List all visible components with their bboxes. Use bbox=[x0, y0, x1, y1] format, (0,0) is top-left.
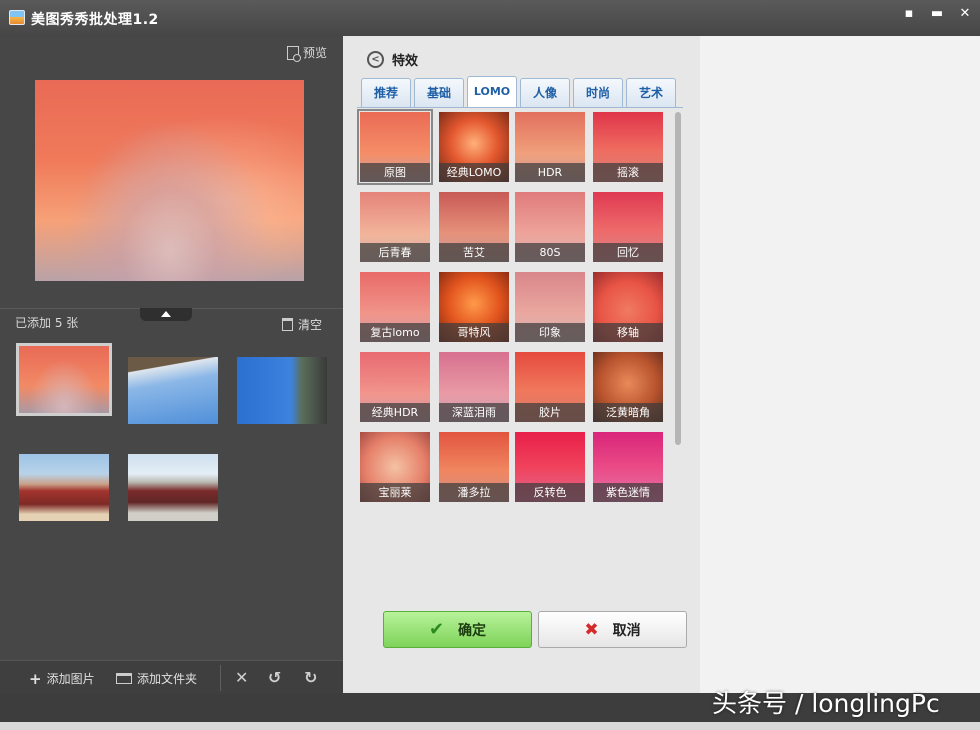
left-panel: 预览 已添加 5 张 清空 + 添加图片 添加文件夹 ✕ ↺ ↻ bbox=[0, 36, 343, 694]
effects-panel: < 特效 推荐 基础 LOMO 人像 时尚 艺术 原图 经典LOMO HDR 摇滚后青… bbox=[343, 36, 700, 693]
effect-item[interactable]: 后青春 bbox=[360, 192, 430, 262]
effect-item[interactable]: 泛黄暗角 bbox=[593, 352, 663, 422]
effect-label: 哥特风 bbox=[439, 323, 509, 342]
effect-label: 移轴 bbox=[593, 323, 663, 342]
preview-button[interactable]: 预览 bbox=[286, 44, 327, 62]
tab-fashion[interactable]: 时尚 bbox=[573, 78, 623, 107]
toolbar-separator bbox=[220, 665, 221, 691]
effect-item[interactable]: 经典HDR bbox=[360, 352, 430, 422]
close-button[interactable]: ✕ bbox=[953, 4, 977, 24]
effect-label: 原图 bbox=[360, 163, 430, 182]
effect-item[interactable]: 潘多拉 bbox=[439, 432, 509, 502]
effect-item[interactable]: 紫色迷情 bbox=[593, 432, 663, 502]
effects-title: 特效 bbox=[392, 54, 419, 69]
effect-label: 泛黄暗角 bbox=[593, 403, 663, 422]
tab-art[interactable]: 艺术 bbox=[626, 78, 676, 107]
effect-item[interactable]: 哥特风 bbox=[439, 272, 509, 342]
effect-label: 摇滚 bbox=[593, 163, 663, 182]
effect-item[interactable]: 苦艾 bbox=[439, 192, 509, 262]
effects-header: < 特效 bbox=[367, 50, 418, 69]
effect-label: 复古lomo bbox=[360, 323, 430, 342]
chat-icon[interactable]: ▪ bbox=[897, 4, 921, 24]
preview-label: 预览 bbox=[302, 46, 327, 60]
add-folder-label: 添加文件夹 bbox=[137, 672, 198, 686]
effects-tabs: 推荐 基础 LOMO 人像 时尚 艺术 bbox=[361, 76, 676, 107]
effect-item[interactable]: 胶片 bbox=[515, 352, 585, 422]
trash-icon bbox=[281, 318, 293, 331]
effect-label: 回忆 bbox=[593, 243, 663, 262]
effect-label: 印象 bbox=[515, 323, 585, 342]
effect-item[interactable]: 原图 bbox=[357, 109, 433, 185]
effect-label: 潘多拉 bbox=[439, 483, 509, 502]
effect-label: 反转色 bbox=[515, 483, 585, 502]
effect-item[interactable]: 经典LOMO bbox=[439, 112, 509, 182]
right-empty-area bbox=[700, 36, 980, 693]
effect-item[interactable]: 复古lomo bbox=[360, 272, 430, 342]
effect-item[interactable]: 回忆 bbox=[593, 192, 663, 262]
thumbnail-blue-sky[interactable] bbox=[237, 357, 327, 424]
tab-recommend[interactable]: 推荐 bbox=[361, 78, 411, 107]
effect-item[interactable]: 80S bbox=[515, 192, 585, 262]
tab-lomo[interactable]: LOMO bbox=[467, 76, 517, 107]
effect-item[interactable]: 摇滚 bbox=[593, 112, 663, 182]
effect-item[interactable]: 印象 bbox=[515, 272, 585, 342]
clear-button[interactable]: 清空 bbox=[281, 316, 322, 333]
folder-icon bbox=[116, 673, 132, 684]
effect-label: 80S bbox=[515, 243, 585, 262]
close-x-icon: ✖ bbox=[584, 619, 599, 640]
confirm-label: 确定 bbox=[458, 622, 487, 639]
add-folder-button[interactable]: 添加文件夹 bbox=[116, 670, 197, 687]
effect-item[interactable]: 反转色 bbox=[515, 432, 585, 502]
watermark: 头条号 / longlingPc bbox=[712, 689, 940, 718]
rotate-right-icon[interactable]: ↻ bbox=[304, 668, 317, 687]
effect-item[interactable]: 宝丽莱 bbox=[360, 432, 430, 502]
tab-basic[interactable]: 基础 bbox=[414, 78, 464, 107]
status-strip bbox=[0, 722, 980, 730]
tab-underline bbox=[357, 107, 683, 108]
added-count-label: 已添加 5 张 bbox=[15, 316, 79, 330]
effect-label: 后青春 bbox=[360, 243, 430, 262]
effect-item[interactable]: 深蓝泪雨 bbox=[439, 352, 509, 422]
cancel-button[interactable]: ✖ 取消 bbox=[538, 611, 687, 648]
thumbnail-sunset-sky[interactable] bbox=[16, 343, 112, 416]
app-icon bbox=[9, 10, 25, 25]
rotate-left-icon[interactable]: ↺ bbox=[268, 668, 281, 687]
effect-item[interactable]: HDR bbox=[515, 112, 585, 182]
effects-scrollbar[interactable] bbox=[675, 112, 681, 445]
bottom-toolbar: + 添加图片 添加文件夹 ✕ ↺ ↻ bbox=[0, 660, 343, 694]
chevron-up-icon bbox=[161, 311, 171, 317]
effect-item[interactable]: 移轴 bbox=[593, 272, 663, 342]
effect-label: 胶片 bbox=[515, 403, 585, 422]
tab-portrait[interactable]: 人像 bbox=[520, 78, 570, 107]
thumbnail-group-photo-2[interactable] bbox=[128, 454, 218, 521]
effects-grid: 原图 经典LOMO HDR 摇滚后青春 苦艾 80S 回忆复古lomo 哥特风 印象 移轴经典HD… bbox=[357, 109, 670, 504]
cancel-label: 取消 bbox=[612, 622, 641, 639]
delete-icon[interactable]: ✕ bbox=[235, 668, 248, 687]
app-title: 美图秀秀批处理1.2 bbox=[31, 12, 159, 28]
main-preview-image bbox=[35, 80, 304, 281]
add-image-label: 添加图片 bbox=[46, 672, 95, 686]
collapse-toggle[interactable] bbox=[140, 308, 192, 321]
check-icon: ✔ bbox=[428, 619, 445, 640]
effect-label: 宝丽莱 bbox=[360, 483, 430, 502]
plus-icon: + bbox=[29, 669, 42, 688]
confirm-button[interactable]: ✔ 确定 bbox=[383, 611, 532, 648]
effect-label: 经典LOMO bbox=[439, 163, 509, 182]
effect-label: 深蓝泪雨 bbox=[439, 403, 509, 422]
effect-label: 紫色迷情 bbox=[593, 483, 663, 502]
effect-label: 苦艾 bbox=[439, 243, 509, 262]
thumbnail-bridge[interactable] bbox=[128, 357, 218, 424]
title-bar: 美图秀秀批处理1.2 ▪ ▬ ✕ bbox=[0, 0, 980, 36]
minimize-button[interactable]: ▬ bbox=[925, 4, 949, 24]
thumbnail-group-photo-1[interactable] bbox=[19, 454, 109, 521]
back-arrow-icon[interactable]: < bbox=[367, 51, 384, 68]
effect-label: 经典HDR bbox=[360, 403, 430, 422]
preview-icon bbox=[286, 45, 301, 62]
effect-label: HDR bbox=[515, 163, 585, 182]
add-image-button[interactable]: + 添加图片 bbox=[29, 670, 95, 687]
clear-label: 清空 bbox=[297, 318, 322, 332]
